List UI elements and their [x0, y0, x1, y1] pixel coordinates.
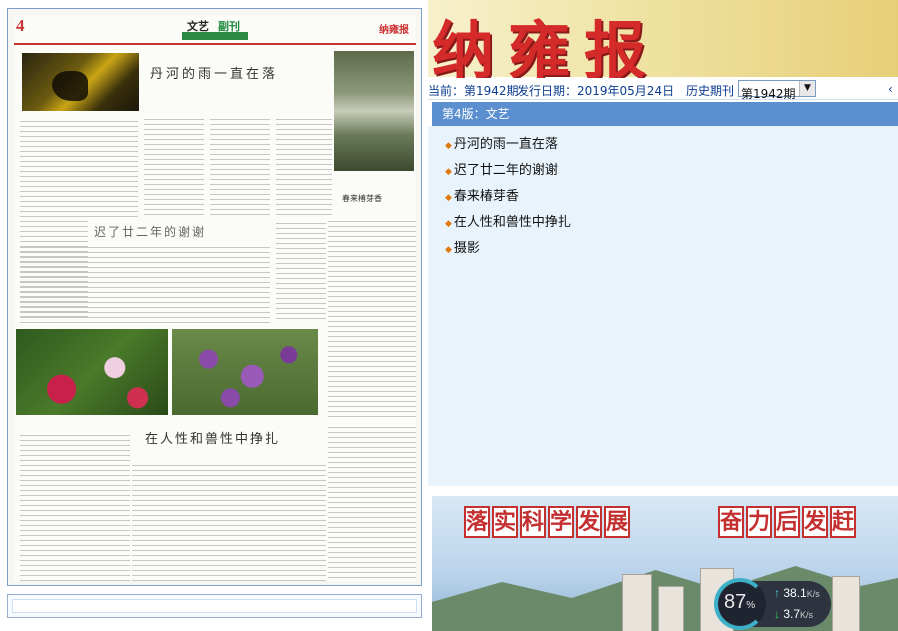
upload-speed: ↑ 38.1K/s: [774, 586, 820, 600]
article-text-block: [20, 121, 138, 219]
article-title-rain[interactable]: 丹河的雨一直在落: [150, 63, 278, 82]
page-masthead: 4 文艺 副刊 纳雍报: [14, 15, 416, 45]
article-photo-waterfall: [334, 51, 414, 171]
building: [658, 586, 684, 631]
article-photo-flowers-purple: [172, 329, 318, 415]
arrow-up-icon: ↑: [774, 586, 780, 600]
page-root: 4 文艺 副刊 纳雍报 丹河的雨一直在落 春来椿芽香 迟了廿二年的谢谢 在人性和…: [0, 0, 898, 631]
newspaper-page: 4 文艺 副刊 纳雍报 丹河的雨一直在落 春来椿芽香 迟了廿二年的谢谢 在人性和…: [14, 15, 416, 581]
bullet-icon: ◆: [445, 219, 452, 229]
article-text-block: [132, 465, 326, 581]
section-heading: 第4版：文艺: [432, 102, 898, 126]
history-issue-select[interactable]: 第1942期 ▼: [738, 80, 816, 101]
article-text-block: [328, 427, 416, 581]
article-title-thanks[interactable]: 迟了廿二年的谢谢: [94, 223, 206, 240]
article-text-block: [144, 119, 204, 219]
article-text-block: [276, 223, 326, 321]
current-issue-label: 当前：第1942期: [428, 84, 519, 98]
bullet-icon: ◆: [445, 245, 452, 255]
arrow-down-icon: ↓: [774, 607, 780, 621]
bullet-icon: ◆: [445, 167, 452, 177]
chevron-left-icon[interactable]: ‹: [888, 82, 893, 96]
article-text-block: [210, 119, 270, 219]
bullet-icon: ◆: [445, 141, 452, 151]
article-text-block: [328, 221, 416, 421]
article-link[interactable]: ◆ 摄影: [445, 237, 480, 256]
page-scroll-bar[interactable]: [7, 594, 422, 618]
building: [622, 574, 652, 631]
photo-caption: 春来椿芽香: [342, 194, 382, 203]
newspaper-page-image[interactable]: 4 文艺 副刊 纳雍报 丹河的雨一直在落 春来椿芽香 迟了廿二年的谢谢 在人性和…: [7, 8, 422, 586]
download-speed: ↓ 3.7K/s: [774, 607, 814, 621]
paper-header-banner: 纳雍报: [428, 0, 898, 87]
article-list: ◆ 丹河的雨一直在落 ◆ 迟了廿二年的谢谢 ◆ 春来椿芽香 ◆ 在人性和兽性中挣扎 ◆ 摄…: [428, 126, 898, 486]
article-photo-flowers-red: [16, 329, 168, 415]
building: [832, 576, 860, 631]
paper-title: 纳雍报: [432, 14, 661, 87]
page-masthead-logo: 纳雍报: [379, 25, 409, 36]
article-link[interactable]: ◆ 丹河的雨一直在落: [445, 133, 558, 152]
page-number: 4: [16, 16, 25, 35]
issue-date-label: 发行日期：2019年05月24日: [517, 84, 675, 98]
article-text-block: [20, 435, 130, 581]
article-link[interactable]: ◆ 春来椿芽香: [445, 185, 519, 204]
chevron-down-icon[interactable]: ▼: [799, 81, 815, 96]
slogan-right: 奋力后发赶: [718, 506, 858, 538]
article-title-struggle[interactable]: 在人性和兽性中挣扎: [145, 428, 280, 447]
bullet-icon: ◆: [445, 193, 452, 203]
article-text-block: [276, 119, 332, 219]
slogan-left: 落实科学发展: [464, 506, 632, 538]
issue-info-bar: 当前：第1942期 发行日期：2019年05月24日 历史期刊 第1942期 ▼…: [428, 78, 898, 101]
article-link[interactable]: ◆ 在人性和兽性中挣扎: [445, 211, 571, 230]
article-link[interactable]: ◆ 迟了廿二年的谢谢: [445, 159, 558, 178]
section-bar: [182, 32, 248, 40]
article-photo-hand: [22, 53, 139, 111]
article-text-block: [20, 247, 270, 323]
usage-percent: 87%: [724, 591, 756, 613]
history-issue-selected: 第1942期: [741, 87, 796, 101]
history-issue-label: 历史期刊: [686, 84, 735, 98]
